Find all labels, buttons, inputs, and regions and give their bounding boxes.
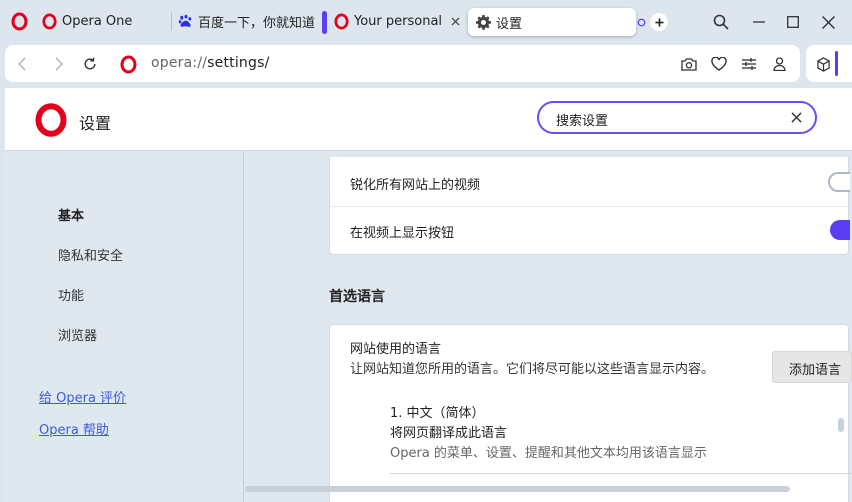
opera-icon bbox=[320, 13, 354, 30]
opera-icon bbox=[120, 54, 136, 74]
site-info-button[interactable] bbox=[115, 51, 141, 77]
close-icon bbox=[790, 111, 802, 123]
settings-header: 设置 搜索设置 bbox=[5, 88, 852, 151]
vertical-scrollbar[interactable] bbox=[838, 418, 844, 432]
row-divider bbox=[330, 206, 848, 207]
maximize-icon bbox=[787, 16, 799, 28]
language-translate-note: 将网页翻译成此语言 bbox=[390, 426, 508, 441]
close-tab-icon[interactable] bbox=[446, 17, 464, 26]
settings-search-input[interactable]: 搜索设置 bbox=[537, 101, 817, 134]
tab-divider bbox=[171, 12, 172, 31]
tab-opera-one[interactable]: Opera One bbox=[8, 7, 168, 36]
minimize-button[interactable] bbox=[746, 9, 772, 35]
minimize-icon bbox=[753, 21, 765, 23]
bookmark-button[interactable] bbox=[706, 51, 732, 77]
opera-icon bbox=[42, 13, 62, 30]
section-title: 首选语言 bbox=[329, 289, 385, 305]
search-value: 搜索设置 bbox=[556, 114, 609, 129]
tab-settings[interactable]: 设置 bbox=[468, 8, 636, 36]
settings-sidebar: 基本 隐私和安全 功能 浏览器 给 Opera 评价 Opera 帮助 bbox=[5, 151, 244, 502]
new-tab-button[interactable] bbox=[646, 9, 672, 35]
extensions-button[interactable] bbox=[810, 51, 836, 77]
opera-help-link[interactable]: Opera 帮助 bbox=[39, 419, 109, 438]
sidebar-item-privacy[interactable]: 隐私和安全 bbox=[58, 245, 123, 264]
easy-setup-button[interactable] bbox=[736, 51, 762, 77]
url-scheme: opera:// bbox=[151, 55, 208, 71]
language-heading: 网站使用的语言 bbox=[350, 342, 442, 357]
reload-icon bbox=[84, 57, 96, 70]
settings-page: 设置 搜索设置 基本 隐私和安全 功能 浏览器 给 Opera 评价 Opera… bbox=[5, 88, 852, 502]
opera-logo-icon bbox=[35, 103, 67, 141]
sidebar-item-features[interactable]: 功能 bbox=[58, 285, 84, 304]
tab-baidu[interactable]: 百度一下，你就知道 bbox=[176, 7, 316, 36]
reload-button[interactable] bbox=[77, 51, 103, 77]
sidebar-item-browser[interactable]: 浏览器 bbox=[58, 325, 97, 344]
language-name: 1. 中文（简体） bbox=[390, 406, 485, 421]
camera-icon bbox=[681, 58, 697, 71]
add-language-button[interactable]: 添加语言 bbox=[772, 351, 852, 383]
search-icon bbox=[713, 14, 729, 30]
video-settings-card: 锐化所有网站上的视频 在视频上显示按钮 bbox=[329, 157, 850, 255]
setting-label: 锐化所有网站上的视频 bbox=[350, 178, 481, 193]
close-window-button[interactable] bbox=[815, 9, 841, 35]
gear-icon bbox=[470, 14, 496, 30]
cube-icon bbox=[816, 56, 830, 72]
forward-arrow-icon bbox=[55, 57, 64, 71]
language-ui-note: Opera 的菜单、设置、提醒和其他文本均用该语言显示 bbox=[390, 446, 707, 461]
baidu-paw-icon bbox=[176, 14, 198, 29]
tab-title: Your personal b bbox=[354, 14, 442, 29]
profile-icon bbox=[772, 57, 786, 71]
tab-title: 设置 bbox=[496, 16, 523, 32]
sidebar-item-basic[interactable]: 基本 bbox=[58, 205, 84, 224]
plus-icon bbox=[650, 13, 668, 31]
extensions-area bbox=[806, 45, 852, 82]
language-card: 网站使用的语言 让网站知道您所用的语言。它们将尽可能以这些语言显示内容。 添加语… bbox=[329, 324, 852, 502]
easy-setup-icon bbox=[742, 58, 756, 70]
tab-strip: Opera One 百度一下，你就知道 Your personal b 设置 bbox=[0, 0, 852, 43]
sharpen-video-toggle[interactable] bbox=[828, 172, 850, 192]
maximize-button[interactable] bbox=[780, 9, 806, 35]
tab-your-personal[interactable]: Your personal b bbox=[320, 7, 470, 36]
profile-button[interactable] bbox=[766, 51, 792, 77]
clear-search-button[interactable] bbox=[787, 108, 805, 126]
snapshot-button[interactable] bbox=[676, 51, 702, 77]
page-title: 设置 bbox=[79, 114, 112, 133]
rate-opera-link[interactable]: 给 Opera 评价 bbox=[39, 387, 126, 406]
tab-search-button[interactable] bbox=[708, 9, 734, 35]
video-buttons-toggle[interactable] bbox=[830, 220, 850, 240]
language-divider bbox=[390, 473, 852, 474]
horizontal-scrollbar[interactable] bbox=[245, 486, 790, 492]
setting-label: 在视频上显示按钮 bbox=[350, 226, 455, 241]
back-arrow-icon bbox=[17, 57, 26, 71]
settings-main: 锐化所有网站上的视频 在视频上显示按钮 首选语言 网站使用的语言 让网站知道您所… bbox=[245, 151, 852, 502]
sidebar-accent-bar bbox=[835, 51, 838, 76]
language-description: 让网站知道您所用的语言。它们将尽可能以这些语言显示内容。 bbox=[350, 362, 715, 377]
back-button[interactable] bbox=[9, 51, 35, 77]
opera-icon bbox=[8, 12, 42, 31]
heart-icon bbox=[711, 57, 727, 71]
tab-title: 百度一下，你就知道 bbox=[198, 16, 316, 31]
url-path: settings/ bbox=[207, 55, 270, 71]
close-icon bbox=[821, 15, 835, 29]
address-bar: opera://settings/ bbox=[5, 45, 800, 82]
url-field[interactable]: opera://settings/ bbox=[151, 55, 270, 71]
tab-title: Opera One bbox=[62, 14, 133, 29]
forward-button[interactable] bbox=[46, 51, 72, 77]
